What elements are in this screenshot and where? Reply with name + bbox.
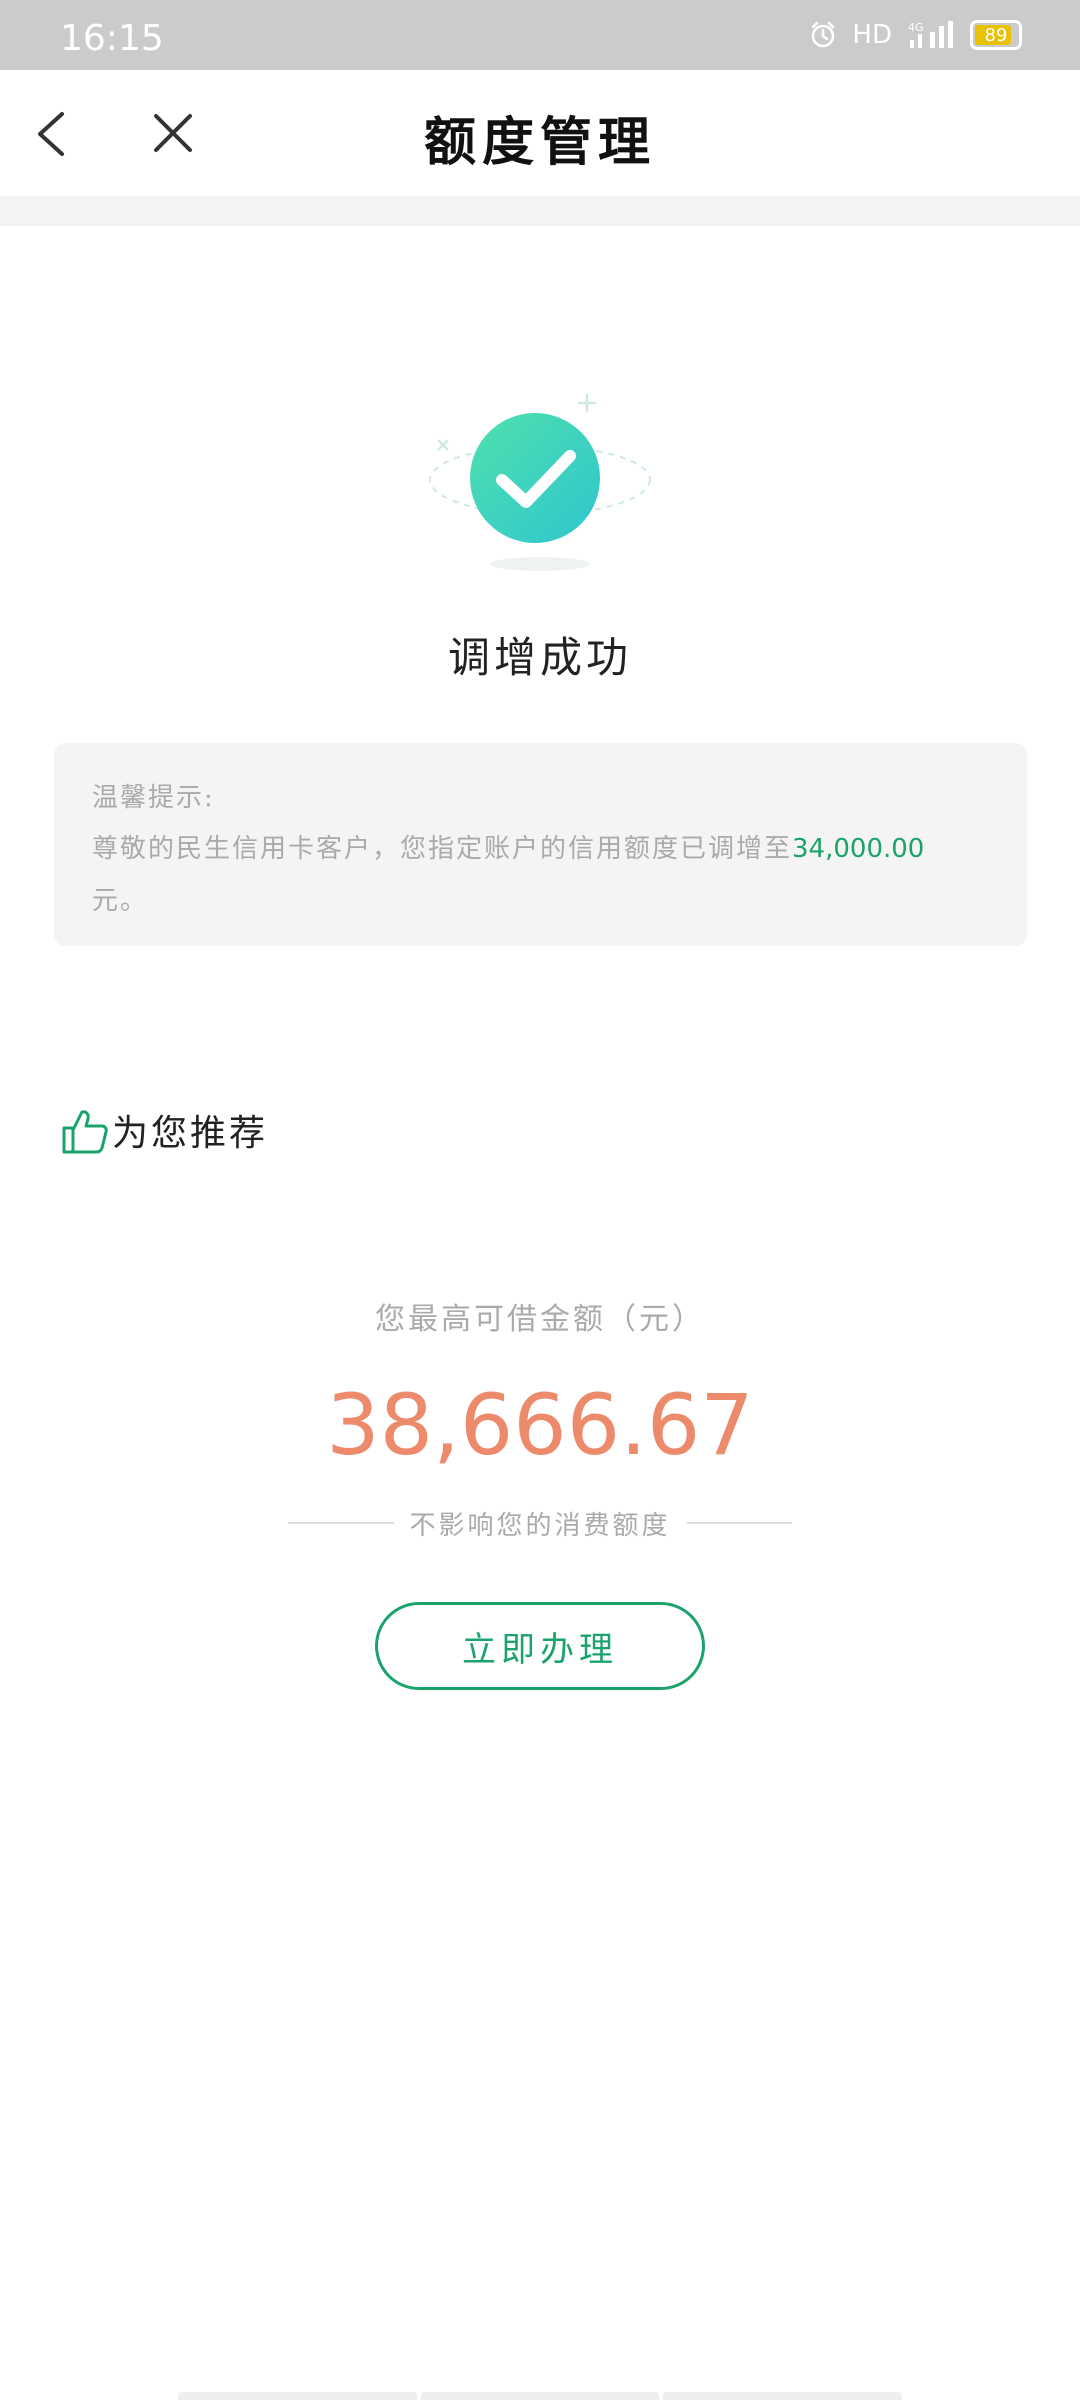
loan-amount: 38,666.67 — [326, 1376, 754, 1474]
network-label: 4G — [908, 21, 924, 34]
status-icons: HD 4G 89 — [808, 14, 1022, 56]
battery-level: 89 — [984, 24, 1008, 46]
tip-box: 温馨提示: 尊敬的民生信用卡客户，您指定账户的信用额度已调增至34,000.00… — [54, 743, 1027, 946]
status-time: 16:15 — [60, 18, 164, 59]
success-check-icon — [429, 394, 651, 571]
recommend-title: 为您推荐 — [112, 1113, 269, 1154]
signal-icon: 4G — [908, 21, 953, 48]
thumbs-up-icon — [62, 1110, 108, 1154]
status-bar: 16:15 HD 4G 89 — [0, 0, 1080, 70]
loan-label: 您最高可借金额（元） — [375, 1302, 705, 1337]
result-title: 调增成功 — [447, 633, 632, 682]
tip-text-main: 尊敬的民生信用卡客户，您指定账户的信用额度已调增至 — [92, 834, 793, 864]
hd-indicator: HD — [852, 20, 892, 50]
divider-line-right — [686, 1522, 793, 1524]
home-indicator — [178, 2392, 903, 2400]
battery-icon: 89 — [970, 20, 1022, 50]
nav-bar: 额度管理 — [0, 70, 1080, 196]
loan-note: 不影响您的消费额度 — [409, 1510, 671, 1541]
tip-text-end: 元。 — [92, 886, 149, 916]
loan-note-row: 不影响您的消费额度 — [288, 1503, 793, 1543]
nav-divider — [0, 196, 1080, 226]
page-title: 额度管理 — [423, 112, 656, 173]
divider-line-left — [288, 1522, 394, 1524]
alarm-icon — [812, 21, 835, 48]
tip-amount: 34,000.00 — [792, 834, 925, 864]
apply-now-button[interactable]: 立即办理 — [375, 1602, 705, 1690]
tip-label: 温馨提示: — [92, 783, 215, 813]
tip-text: 尊敬的民生信用卡客户，您指定账户的信用额度已调增至34,000.00 元。 — [92, 823, 1002, 927]
